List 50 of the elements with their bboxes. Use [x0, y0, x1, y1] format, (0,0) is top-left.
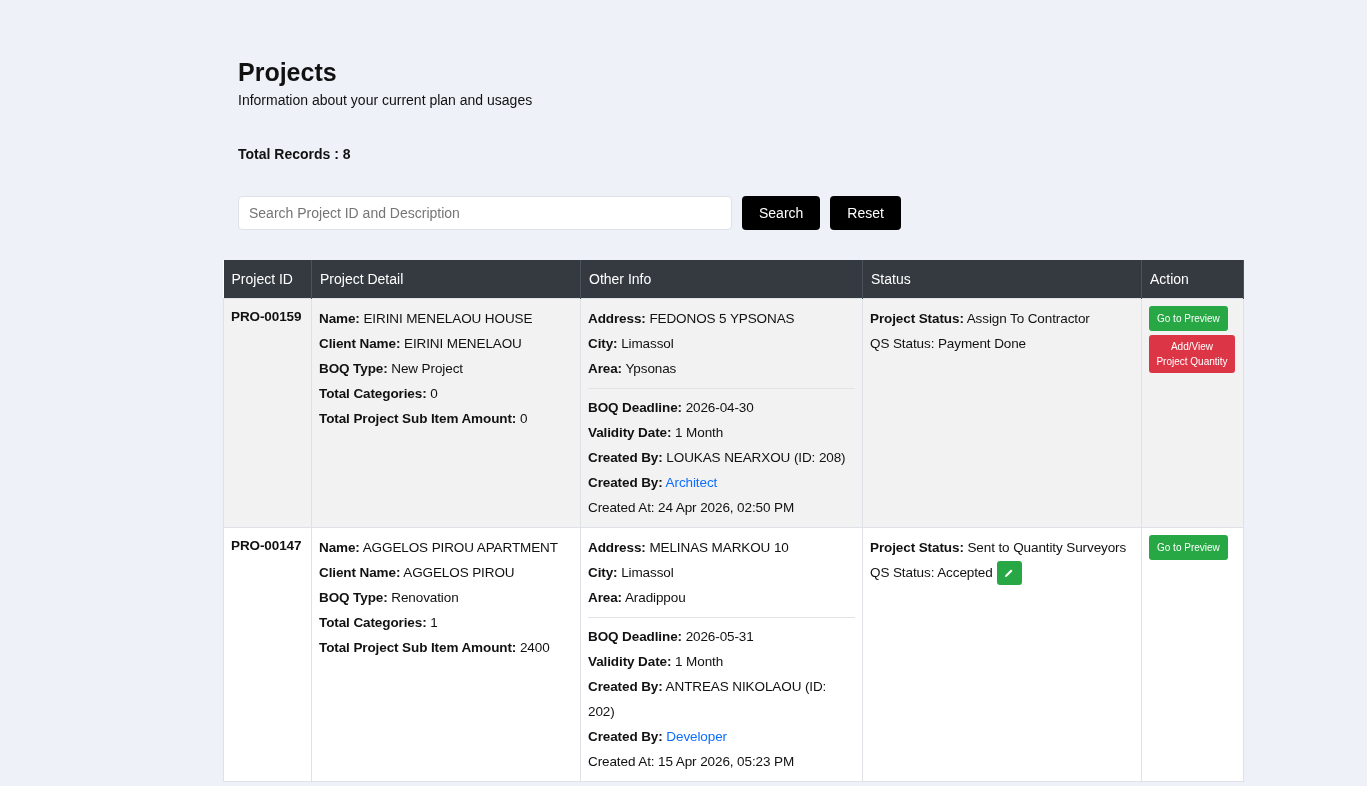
pencil-icon — [1004, 567, 1015, 578]
info-line: BOQ Deadline: 2026-05-31 — [588, 628, 755, 646]
project-status: Project Status: Assign To Contractor — [870, 310, 1091, 328]
qs-status: QS Status: Accepted — [870, 564, 993, 582]
info-line: BOQ Type: New Project — [319, 360, 464, 378]
info-line: Area: Ypsonas — [588, 360, 678, 378]
info-line: Area: Aradippou — [588, 589, 687, 607]
info-line: Validity Date: 1 Month — [588, 424, 725, 442]
info-line: Client Name: AGGELOS PIROU — [319, 564, 516, 582]
total-records: Total Records : 8 — [238, 146, 352, 162]
creator-role-link[interactable]: Architect — [665, 475, 718, 490]
creator-role-link[interactable]: Developer — [666, 729, 727, 744]
info-line: City: Limassol — [588, 564, 675, 582]
column-header: Status — [862, 260, 1142, 299]
info-line: Total Project Sub Item Amount: 2400 — [319, 639, 551, 657]
info-line: BOQ Deadline: 2026-04-30 — [588, 399, 755, 417]
info-line: Address: FEDONOS 5 YPSONAS — [588, 310, 796, 328]
info-line: Created By: Architect — [588, 474, 719, 492]
preview-button[interactable]: Go to Preview — [1149, 535, 1228, 560]
project-id: PRO-00147 — [231, 537, 303, 555]
project-status: Project Status: Sent to Quantity Surveyors — [870, 539, 1128, 557]
quantity-button[interactable]: Add/View Project Quantity — [1149, 335, 1235, 373]
info-line: Created By: Developer — [588, 728, 728, 746]
info-line: Total Categories: 1 — [319, 614, 439, 632]
info-line: BOQ Type: Renovation — [319, 589, 460, 607]
info-line: Total Categories: 0 — [319, 385, 439, 403]
info-line: Name: EIRINI MENELAOU HOUSE — [319, 310, 534, 328]
edit-button[interactable] — [996, 560, 1022, 585]
column-header: Project Detail — [311, 260, 581, 299]
info-line: Created By: ANTREAS NIKOLAOU (ID: 202) — [588, 678, 828, 721]
info-line: Created At: 15 Apr 2026, 05:23 PM — [588, 753, 796, 771]
info-line: Validity Date: 1 Month — [588, 653, 725, 671]
info-line: Created By: LOUKAS NEARXOU (ID: 208) — [588, 449, 847, 467]
qs-status: QS Status: Payment Done — [870, 335, 1027, 353]
search-button[interactable]: Search — [742, 196, 821, 230]
column-header: Project ID — [223, 260, 312, 299]
info-line: Name: AGGELOS PIROU APARTMENT — [319, 539, 559, 557]
column-header: Other Info — [580, 260, 863, 299]
info-line: Address: MELINAS MARKOU 10 — [588, 539, 790, 557]
reset-button[interactable]: Reset — [830, 196, 901, 230]
info-line: City: Limassol — [588, 335, 675, 353]
search-field[interactable]: Search Project ID and Description — [238, 196, 732, 230]
info-line: Client Name: EIRINI MENELAOU — [319, 335, 523, 353]
info-line: Created At: 24 Apr 2026, 02:50 PM — [588, 499, 796, 517]
column-header: Action — [1141, 260, 1244, 299]
info-line: Total Project Sub Item Amount: 0 — [319, 410, 529, 428]
project-id: PRO-00159 — [231, 308, 303, 326]
page-subtitle: Information about your current plan and usages — [238, 92, 534, 108]
page-title: Projects — [238, 57, 338, 88]
preview-button[interactable]: Go to Preview — [1149, 306, 1228, 331]
